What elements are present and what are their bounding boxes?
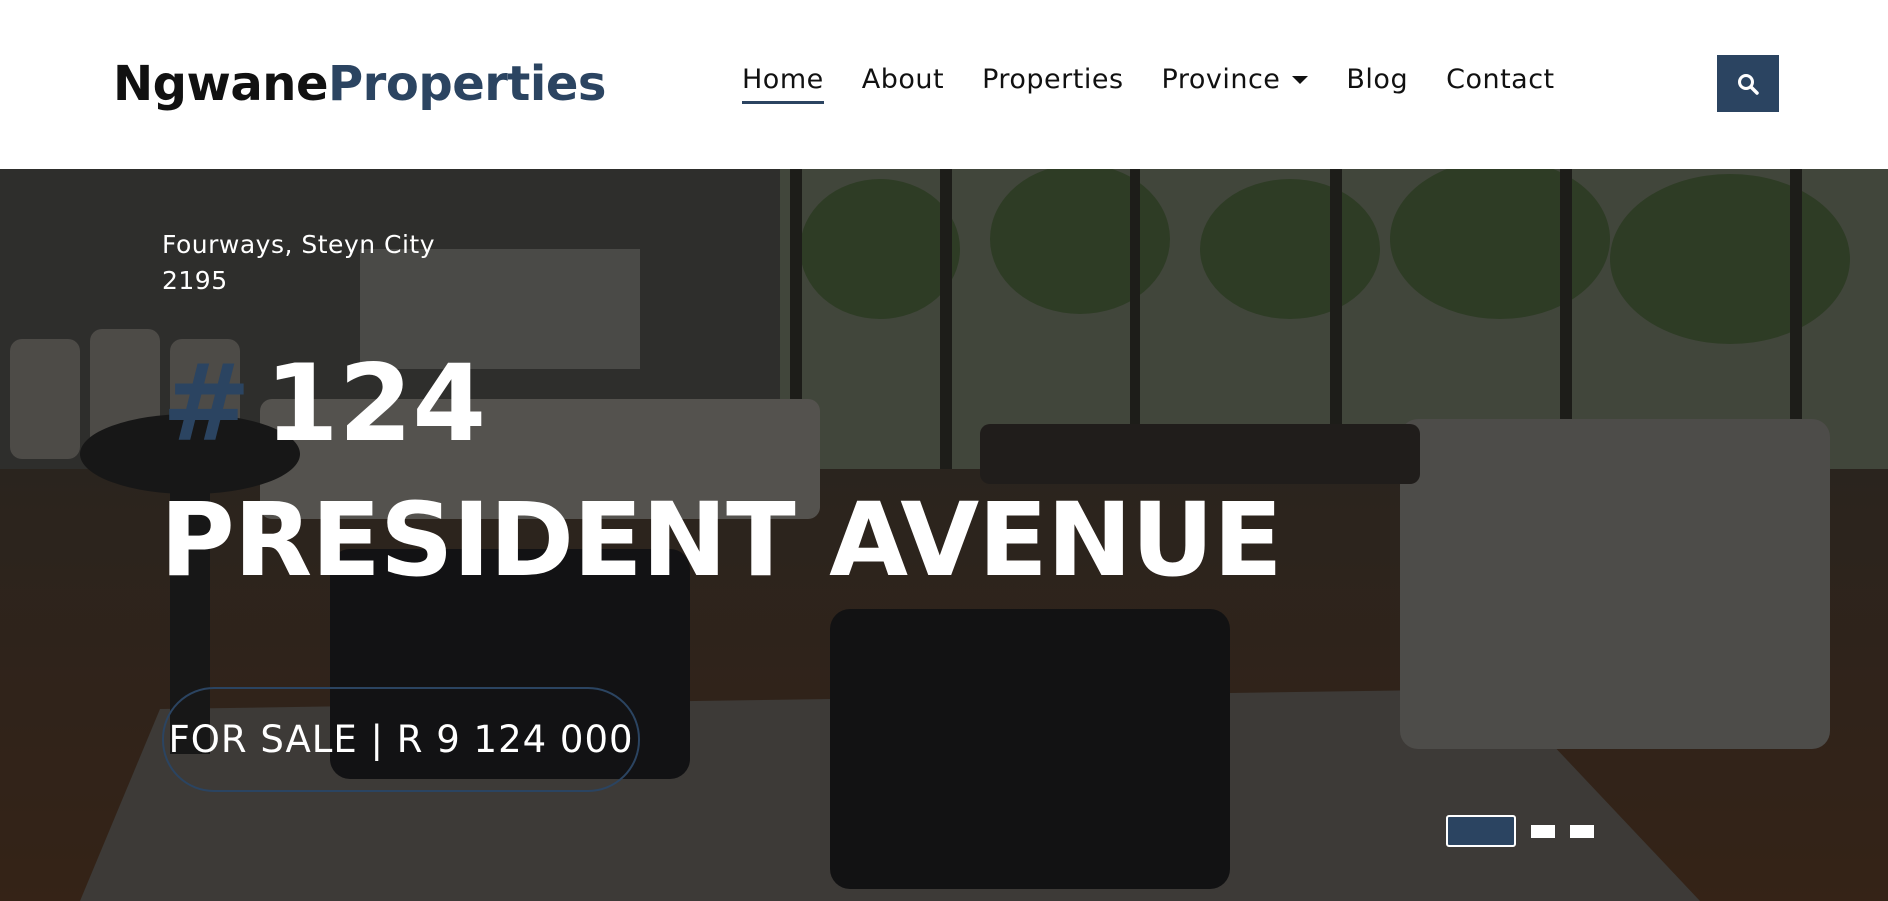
nav-blog[interactable]: Blog: [1346, 60, 1408, 100]
carousel-indicator-2[interactable]: [1531, 824, 1555, 838]
nav-about[interactable]: About: [862, 60, 944, 100]
navbar: NgwaneProperties Home About Properties P…: [0, 0, 1888, 169]
price-badge[interactable]: FOR SALE | R 9 124 000: [162, 687, 640, 792]
carousel-indicator-3[interactable]: [1570, 824, 1594, 838]
nav-properties[interactable]: Properties: [982, 60, 1123, 100]
carousel-indicator-1[interactable]: [1446, 815, 1516, 847]
location-line2: 2195: [162, 266, 228, 295]
brand-name-part2: Properties: [328, 56, 606, 112]
nav-province-label: Province: [1161, 64, 1281, 95]
hash-symbol: #: [162, 342, 251, 465]
price-label: FOR SALE | R 9 124 000: [168, 718, 634, 761]
brand-name-part1: Ngwane: [113, 56, 329, 112]
nav-province-dropdown[interactable]: Province: [1162, 60, 1309, 100]
carousel-indicators: [1446, 815, 1609, 847]
hero-slider: Fourways, Steyn City 2195 #124 PRESIDENT…: [0, 169, 1888, 901]
nav-home[interactable]: Home: [742, 60, 824, 104]
brand-logo[interactable]: NgwaneProperties: [113, 52, 606, 116]
location-line1: Fourways, Steyn City: [162, 230, 436, 259]
main-nav: Home About Properties Province Blog Cont…: [742, 58, 1593, 104]
search-button[interactable]: [1717, 55, 1779, 112]
chevron-down-icon: [1292, 76, 1309, 84]
search-icon: [1738, 73, 1759, 95]
street-name: PRESIDENT AVENUE: [160, 481, 1283, 600]
property-number: #124: [162, 344, 486, 464]
property-location: Fourways, Steyn City 2195: [162, 227, 435, 299]
nav-contact[interactable]: Contact: [1446, 60, 1555, 100]
street-number: 124: [264, 342, 487, 465]
